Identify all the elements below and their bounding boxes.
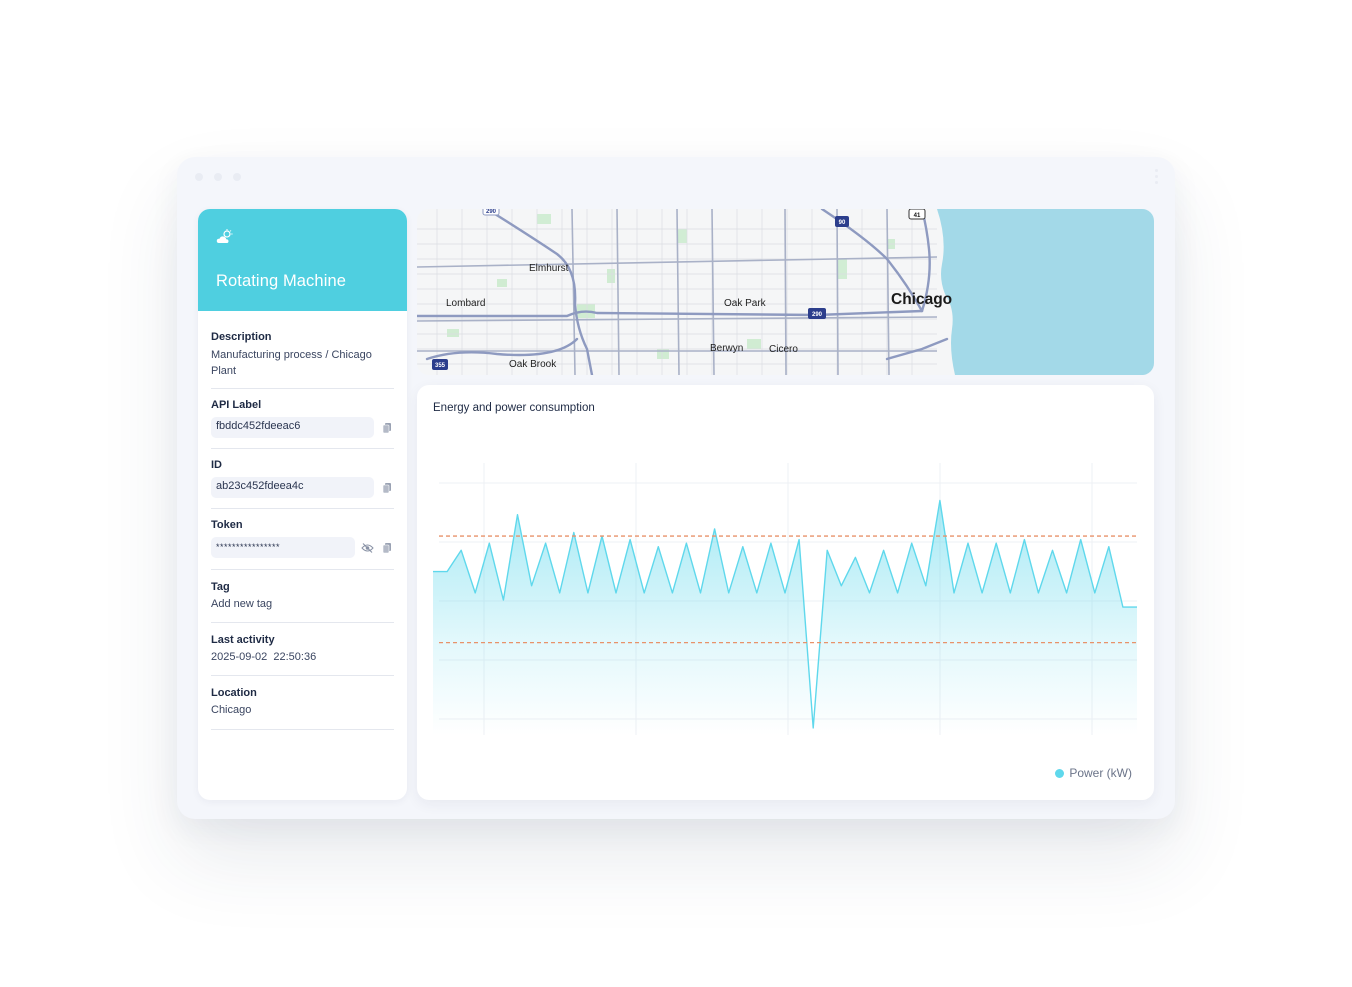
device-title: Rotating Machine bbox=[216, 272, 347, 290]
location-value: Chicago bbox=[211, 704, 252, 716]
highway-shield: 290 bbox=[812, 312, 823, 318]
tag-field: Tag Add new tag bbox=[211, 570, 394, 623]
location-map[interactable]: 290 90 41 290 355 Elmhurst Lombard Oak P… bbox=[417, 209, 1154, 375]
field-label: ID bbox=[211, 459, 222, 471]
add-tag-link[interactable]: Add new tag bbox=[211, 596, 394, 612]
copy-icon[interactable] bbox=[383, 483, 391, 493]
device-panel: Rotating Machine Description Manufacturi… bbox=[198, 209, 407, 800]
window-dot[interactable] bbox=[233, 173, 241, 181]
highway-shield: 90 bbox=[839, 220, 846, 226]
token-field: Token **************** bbox=[211, 509, 394, 570]
highway-shield: 290 bbox=[486, 209, 497, 215]
field-label: Tag bbox=[211, 581, 230, 593]
map-place-label: Cicero bbox=[769, 344, 798, 355]
cloud-sun-icon bbox=[216, 229, 233, 243]
highway-shield: 41 bbox=[914, 213, 921, 219]
window-menu-icon[interactable] bbox=[1155, 169, 1159, 184]
window-controls bbox=[195, 173, 241, 181]
copy-icon[interactable] bbox=[383, 423, 391, 433]
map-place-label: Berwyn bbox=[710, 343, 744, 354]
window-dot[interactable] bbox=[195, 173, 203, 181]
window-dot[interactable] bbox=[214, 173, 222, 181]
copy-icon[interactable] bbox=[383, 543, 391, 553]
field-label: Last activity bbox=[211, 634, 275, 646]
api-label-input[interactable]: fbddc452fdeeac6 bbox=[211, 417, 374, 438]
highway-shield: 355 bbox=[435, 363, 446, 369]
map-place-label: Lombard bbox=[446, 298, 486, 309]
location-field: Location Chicago bbox=[211, 676, 394, 730]
map-city-label: Chicago bbox=[891, 291, 953, 308]
description-field: Description Manufacturing process / Chic… bbox=[211, 311, 394, 389]
field-label: Token bbox=[211, 519, 243, 531]
field-label: Location bbox=[211, 687, 257, 699]
eye-off-icon[interactable] bbox=[361, 543, 374, 553]
energy-chart-card: Energy and power consumption Power (kW) bbox=[417, 385, 1154, 800]
power-chart[interactable] bbox=[417, 385, 1154, 800]
last-activity-value: 2025-09-02 22:50:36 bbox=[211, 651, 317, 663]
field-label: API Label bbox=[211, 399, 262, 411]
device-header: Rotating Machine bbox=[198, 209, 407, 311]
legend-label: Power (kW) bbox=[1069, 766, 1132, 780]
token-input[interactable]: **************** bbox=[211, 537, 355, 558]
chart-legend[interactable]: Power (kW) bbox=[1055, 766, 1132, 780]
map-place-label: Elmhurst bbox=[529, 263, 569, 274]
map-place-label: Oak Brook bbox=[509, 359, 557, 370]
api-label-field: API Label fbddc452fdeeac6 bbox=[211, 389, 394, 449]
legend-swatch bbox=[1055, 768, 1065, 778]
description-value: Manufacturing process / Chicago Plant bbox=[211, 349, 372, 377]
id-field: ID ab23c452fdeea4c bbox=[211, 449, 394, 509]
id-input[interactable]: ab23c452fdeea4c bbox=[211, 477, 374, 498]
map-place-label: Oak Park bbox=[724, 298, 766, 309]
last-activity-field: Last activity 2025-09-02 22:50:36 bbox=[211, 623, 394, 676]
field-label: Description bbox=[211, 331, 272, 343]
